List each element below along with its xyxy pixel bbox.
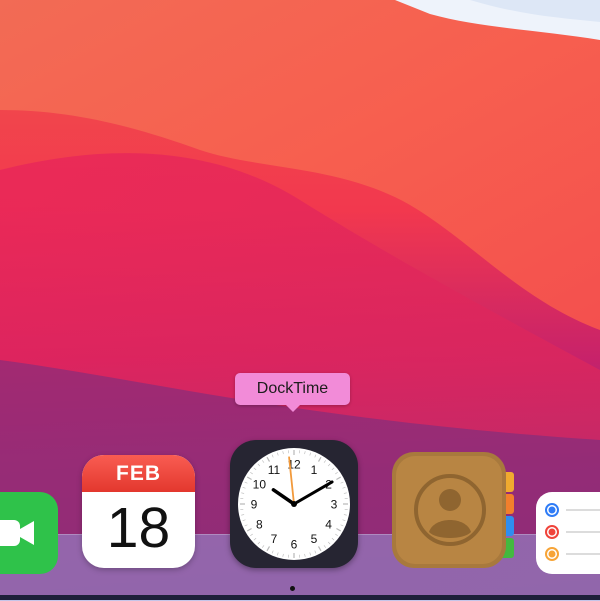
- clock-number: 5: [311, 532, 318, 546]
- dock-time-app-icon[interactable]: 121234567891011: [230, 440, 358, 568]
- clock-number: 4: [325, 518, 332, 532]
- clock-number: 7: [271, 532, 278, 546]
- clock-number: 1: [311, 463, 318, 477]
- clock-number: 8: [256, 518, 263, 532]
- calendar-icon[interactable]: FEB 18: [82, 455, 195, 568]
- calendar-month: FEB: [82, 455, 195, 492]
- reminder-dot-fill: [549, 551, 556, 558]
- dock-tooltip: DockTime: [235, 373, 350, 405]
- clock-number: 9: [251, 498, 258, 512]
- dock-edge: [0, 595, 600, 600]
- calendar-day: 18: [82, 492, 195, 564]
- clock-number: 6: [291, 538, 298, 552]
- clock-number: 11: [268, 463, 281, 477]
- reminders-icon[interactable]: [536, 492, 600, 574]
- facetime-icon[interactable]: [0, 492, 58, 574]
- running-app-indicator: [290, 586, 295, 591]
- reminder-dot-fill: [549, 507, 556, 514]
- clock-number: 10: [253, 478, 267, 492]
- clock-icon: 121234567891011: [230, 440, 358, 568]
- reminder-dot-fill: [549, 529, 556, 536]
- clock-number: 3: [331, 498, 338, 512]
- contacts-icon[interactable]: [392, 452, 515, 568]
